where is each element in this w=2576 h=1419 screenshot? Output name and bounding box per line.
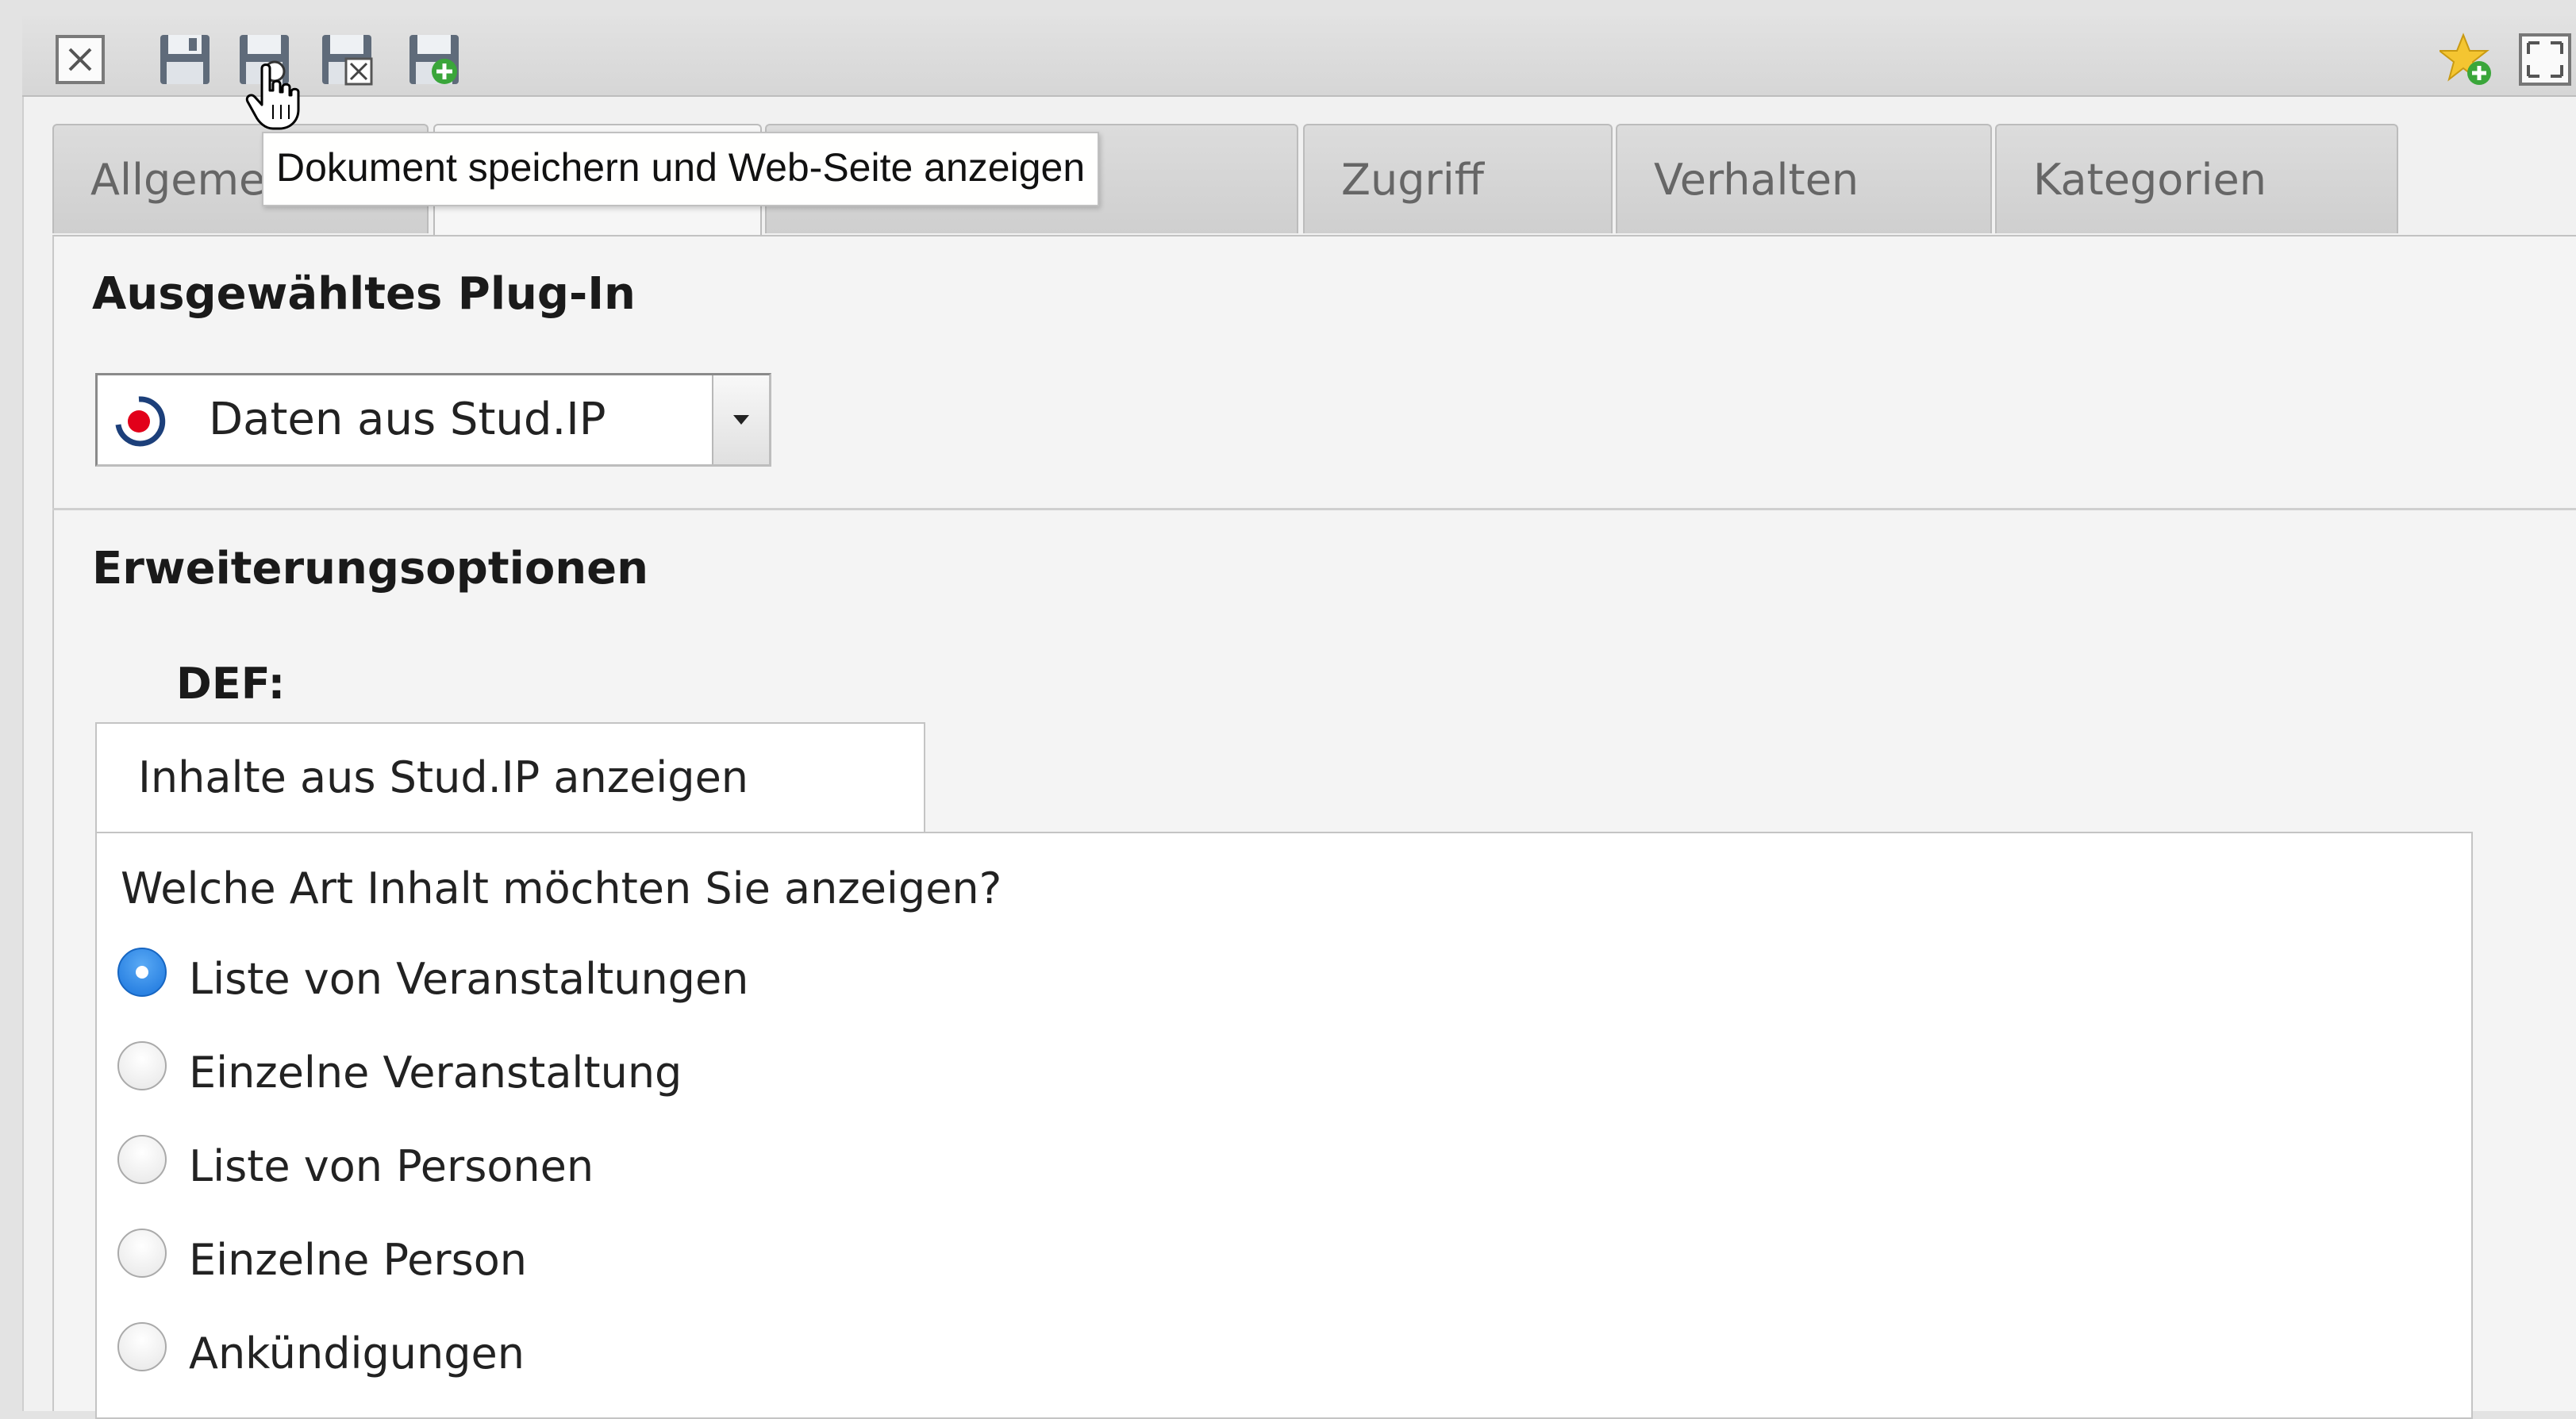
- tooltip: Dokument speichern und Web-Seite anzeige…: [262, 132, 1100, 206]
- def-label: DEF:: [176, 659, 286, 709]
- add-favorite-button[interactable]: [2438, 30, 2497, 89]
- radio-button[interactable]: [117, 1322, 167, 1371]
- radio-button[interactable]: [117, 1135, 167, 1184]
- tab-kategorien[interactable]: Kategorien: [1995, 124, 2398, 233]
- close-button[interactable]: [51, 30, 110, 89]
- tab-zugriff[interactable]: Zugriff: [1303, 124, 1613, 233]
- save-and-close-button[interactable]: [317, 30, 376, 89]
- close-icon: [56, 35, 105, 84]
- fullscreen-icon: [2519, 33, 2571, 86]
- save-button[interactable]: [156, 30, 214, 89]
- option-label: Liste von Personen: [189, 1141, 594, 1191]
- plugin-heading: Ausgewähltes Plug-In: [92, 268, 636, 320]
- save-icon: [160, 35, 210, 84]
- tab-label: Zugriff: [1341, 155, 1484, 205]
- radio-button[interactable]: [117, 1041, 167, 1090]
- option-label: Ankündigungen: [189, 1329, 525, 1379]
- studip-logo-icon: [115, 396, 166, 447]
- extension-heading: Erweiterungsoptionen: [92, 543, 649, 594]
- add-favorite-icon: [2440, 33, 2491, 85]
- chevron-down-icon[interactable]: [712, 375, 769, 464]
- subtab-label: Inhalte aus Stud.IP anzeigen: [138, 752, 749, 802]
- radio-button[interactable]: [117, 1229, 167, 1278]
- fullscreen-button[interactable]: [2516, 30, 2574, 89]
- hand-cursor-icon: [245, 63, 300, 130]
- save-and-close-icon: [322, 35, 373, 86]
- plugin-select[interactable]: Daten aus Stud.IP: [95, 373, 771, 467]
- option-label: Einzelne Veranstaltung: [189, 1048, 682, 1098]
- save-and-new-icon: [409, 35, 459, 84]
- tab-studip-content[interactable]: Inhalte aus Stud.IP anzeigen: [95, 722, 925, 833]
- tab-label: Verhalten: [1654, 155, 1859, 205]
- radio-button[interactable]: [117, 948, 167, 997]
- save-and-new-button[interactable]: [405, 30, 463, 89]
- options-panel: Welche Art Inhalt möchten Sie anzeigen? …: [95, 832, 2473, 1419]
- plugin-select-value: Daten aus Stud.IP: [209, 394, 606, 445]
- option-label: Liste von Veranstaltungen: [189, 954, 749, 1004]
- option-label: Einzelne Person: [189, 1235, 527, 1285]
- section-divider: [52, 508, 2576, 510]
- tab-verhalten[interactable]: Verhalten: [1616, 124, 1992, 233]
- content-type-question: Welche Art Inhalt möchten Sie anzeigen?: [121, 863, 1002, 913]
- tab-label: Kategorien: [2033, 155, 2266, 205]
